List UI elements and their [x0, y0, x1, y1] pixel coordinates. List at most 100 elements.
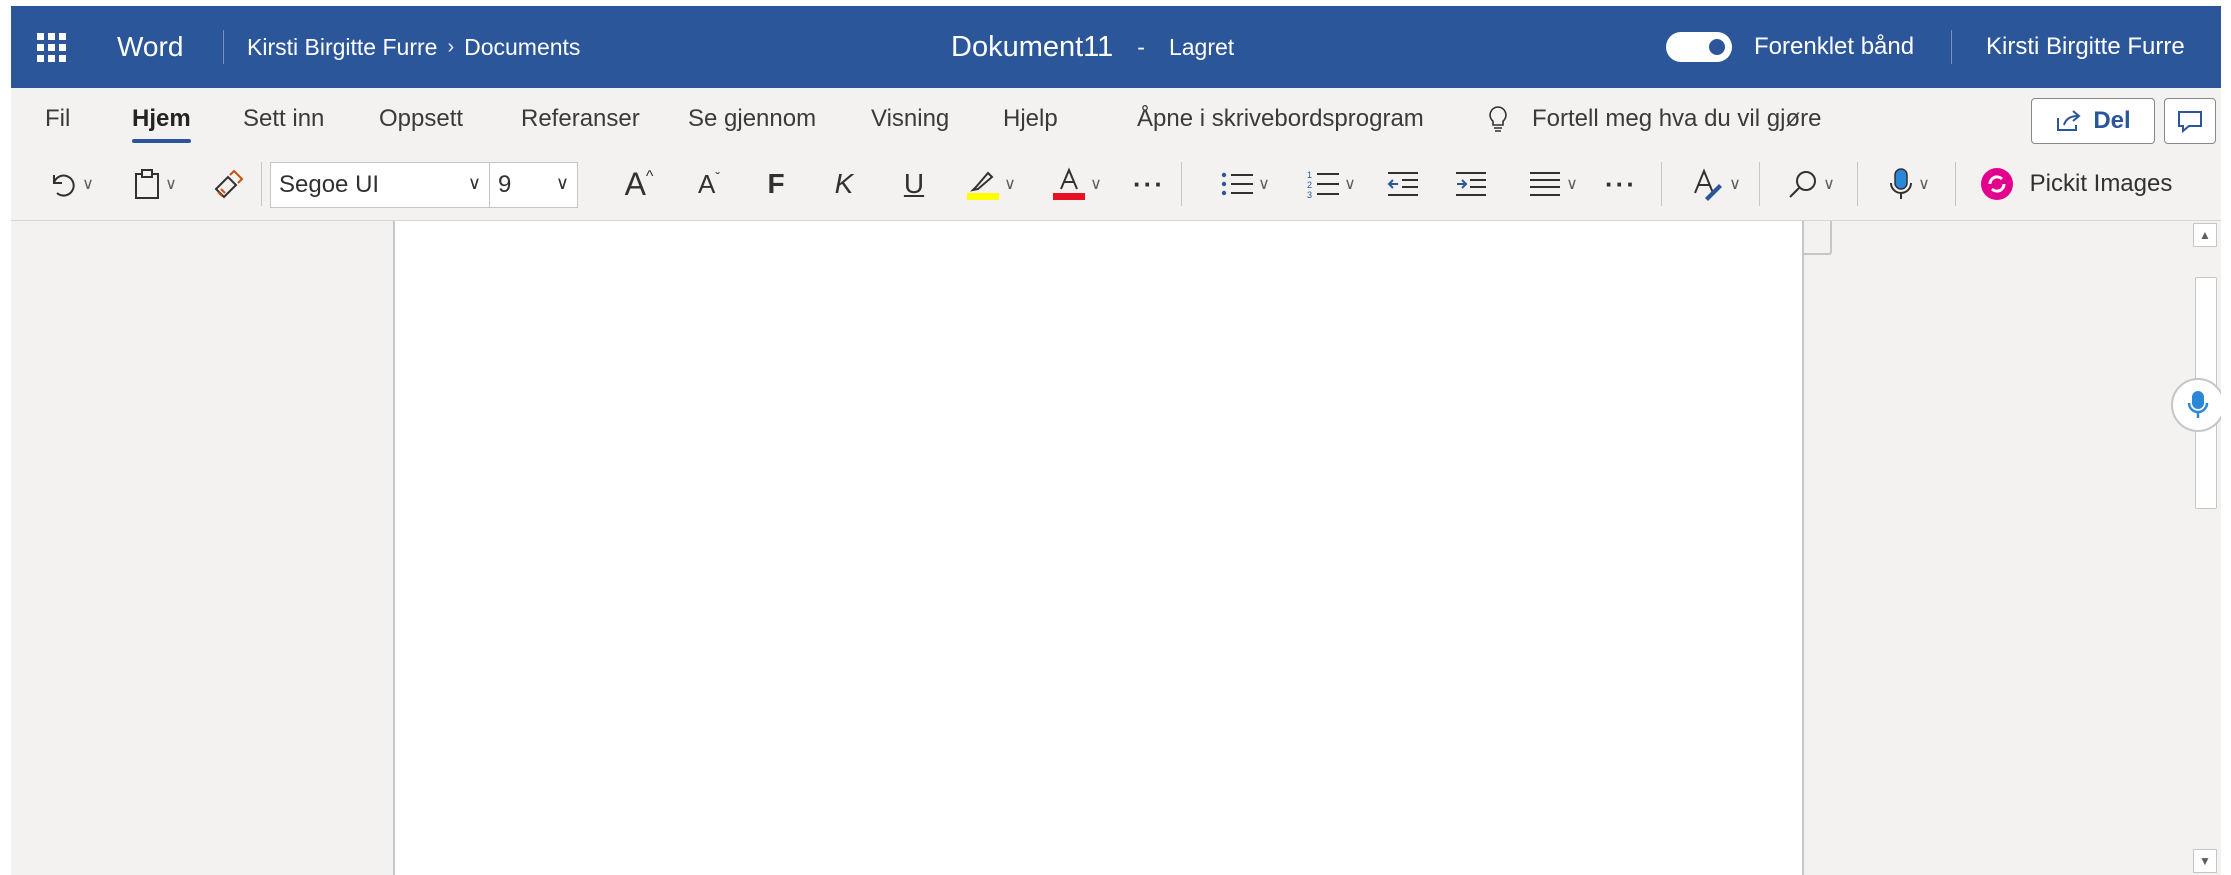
command-bar: ∨ ∨ Segoe UI ∨ 9 ∨ A ^ A ˇ F K U ∨ ∨ ···…	[11, 150, 2221, 218]
font-color-button[interactable]: ∨	[1041, 150, 1113, 218]
caret-up-icon: ^	[645, 168, 654, 185]
undo-button[interactable]: ∨	[37, 150, 105, 218]
floating-dictate-button[interactable]	[2171, 378, 2221, 432]
save-status: Lagret	[1168, 33, 1235, 60]
vertical-scrollbar[interactable]: ▲ ▼	[2191, 221, 2221, 875]
comment-icon	[2178, 111, 2202, 133]
user-divider	[1951, 30, 1952, 64]
italic-button[interactable]: K	[819, 150, 869, 218]
toggle-label: Forenklet bånd	[1754, 33, 1915, 60]
scroll-up-arrow[interactable]: ▲	[2193, 223, 2217, 247]
align-button[interactable]: ∨	[1517, 150, 1589, 218]
ribbon-divider	[1759, 162, 1760, 206]
numbering-icon: 1 2 3	[1307, 170, 1340, 199]
decrease-indent-button[interactable]	[1381, 150, 1425, 218]
find-icon	[1789, 171, 1817, 198]
breadcrumb-owner[interactable]: Kirsti Birgitte Furre	[247, 34, 437, 61]
comments-button[interactable]	[2164, 98, 2216, 144]
chevron-down-icon: ∨	[1004, 176, 1016, 193]
ribbon-divider	[1181, 162, 1182, 206]
ribbon-divider	[1661, 162, 1662, 206]
grow-font-button[interactable]: A ^	[611, 150, 667, 218]
document-area: ▲ ▼	[11, 221, 2221, 875]
app-name[interactable]: Word	[117, 6, 183, 88]
tab-se-gjennom[interactable]: Se gjennom	[688, 88, 816, 150]
pickit-icon	[1980, 168, 2013, 200]
page-margin-marker	[1804, 221, 1832, 255]
numbering-button[interactable]: 1 2 3 ∨	[1295, 150, 1367, 218]
ribbon-divider	[261, 162, 262, 206]
share-button[interactable]: Del	[2031, 98, 2155, 144]
bullets-icon	[1221, 172, 1254, 196]
dictate-icon	[1890, 168, 1913, 199]
bold-button[interactable]: F	[751, 150, 801, 218]
font-name-value: Segoe UI	[279, 171, 380, 198]
tab-hjelp[interactable]: Hjelp	[1003, 88, 1058, 150]
find-button[interactable]: ∨	[1775, 150, 1847, 218]
chevron-down-icon: ∨	[165, 176, 177, 193]
chevron-down-icon: ∨	[1090, 176, 1102, 193]
chevron-down-icon: ∨	[1566, 176, 1578, 193]
highlight-color-button[interactable]: ∨	[955, 150, 1027, 218]
underline-button[interactable]: U	[889, 150, 939, 218]
more-icon: ···	[1605, 168, 1637, 199]
styles-button[interactable]: ∨	[1681, 150, 1751, 218]
document-page[interactable]	[393, 221, 1804, 875]
account-name[interactable]: Kirsti Birgitte Furre	[1986, 6, 2185, 88]
caret-down-icon: ˇ	[715, 169, 720, 185]
undo-icon	[53, 174, 75, 197]
increase-indent-icon	[1456, 172, 1486, 196]
chevron-down-icon: ∨	[1918, 176, 1930, 193]
simplified-ribbon-toggle[interactable]: Forenklet bånd	[1666, 6, 1914, 88]
tab-sett-inn[interactable]: Sett inn	[243, 88, 324, 150]
more-font-options-button[interactable]: ···	[1127, 150, 1171, 218]
increase-indent-button[interactable]	[1449, 150, 1493, 218]
document-name: Dokument11	[951, 30, 1114, 63]
title-bar: Word Kirsti Birgitte Furre › Documents D…	[11, 6, 2221, 88]
more-icon: ···	[1133, 168, 1165, 199]
font-size-box[interactable]: 9 ∨	[490, 162, 578, 208]
app-launcher-button[interactable]	[33, 6, 69, 88]
font-color-icon	[1053, 167, 1086, 200]
document-title[interactable]: Dokument11 - Lagret	[951, 6, 1234, 88]
svg-text:2: 2	[1307, 180, 1312, 190]
chevron-down-icon: ∨	[1729, 176, 1741, 193]
share-label: Del	[2093, 107, 2131, 134]
share-icon	[2057, 110, 2081, 131]
font-size-value: 9	[498, 171, 512, 198]
word-online-window: Word Kirsti Birgitte Furre › Documents D…	[11, 6, 2221, 875]
ribbon-divider	[1955, 162, 1956, 206]
tab-referanser[interactable]: Referanser	[521, 88, 640, 150]
ribbon-tabs: Fil Hjem Sett inn Oppsett Referanser Se …	[11, 88, 2221, 150]
breadcrumb-folder[interactable]: Documents	[464, 34, 580, 61]
font-name-box[interactable]: Segoe UI ∨	[270, 162, 490, 208]
chevron-down-icon[interactable]: ∨	[468, 173, 481, 194]
tab-fil[interactable]: Fil	[45, 88, 70, 150]
tell-me-search[interactable]: Fortell meg hva du vil gjøre	[1486, 88, 1821, 150]
app-launcher-icon	[36, 32, 66, 62]
chevron-down-icon: ∨	[1258, 176, 1270, 193]
toggle-switch[interactable]	[1666, 32, 1732, 62]
format-painter-button[interactable]	[206, 150, 250, 218]
tab-oppsett[interactable]: Oppsett	[379, 88, 463, 150]
tab-visning[interactable]: Visning	[871, 88, 949, 150]
more-paragraph-options-button[interactable]: ···	[1599, 150, 1643, 218]
dictate-button[interactable]: ∨	[1873, 150, 1945, 218]
scroll-down-arrow[interactable]: ▼	[2193, 849, 2217, 873]
pickit-images-button[interactable]: Pickit Images	[1971, 150, 2181, 218]
tab-hjem[interactable]: Hjem	[132, 88, 191, 150]
open-in-desktop-link[interactable]: Åpne i skrivebordsprogram	[1137, 88, 1424, 150]
paste-icon	[135, 169, 160, 199]
bullets-button[interactable]: ∨	[1209, 150, 1281, 218]
pickit-label: Pickit Images	[2029, 170, 2173, 197]
ribbon: Fil Hjem Sett inn Oppsett Referanser Se …	[11, 88, 2221, 221]
styles-icon	[1694, 168, 1723, 201]
decrease-indent-icon	[1387, 172, 1418, 196]
format-painter-icon	[214, 169, 244, 199]
shrink-font-button[interactable]: Aˇ	[681, 150, 737, 218]
chevron-down-icon[interactable]: ∨	[556, 173, 569, 194]
paste-button[interactable]: ∨	[121, 150, 189, 218]
lightbulb-icon	[1489, 106, 1507, 132]
tell-me-text: Fortell meg hva du vil gjøre	[1532, 105, 1822, 132]
grow-font-glyph: A	[624, 165, 646, 202]
